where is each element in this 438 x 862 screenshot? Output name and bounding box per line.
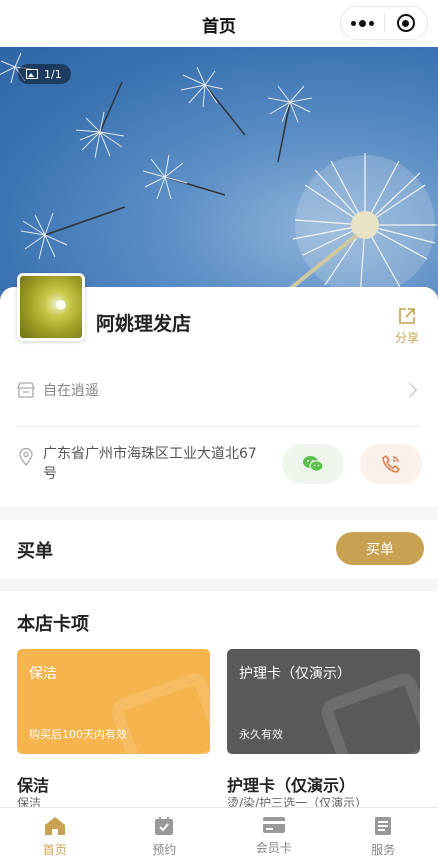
store-icon (17, 382, 35, 398)
share-button[interactable]: 分享 (390, 307, 424, 346)
home-icon (44, 817, 65, 835)
store-tag-row[interactable]: 自在逍遥 (17, 372, 421, 408)
store-tag-text: 自在逍遥 (43, 383, 99, 399)
image-icon (26, 69, 38, 79)
phone-icon (382, 455, 400, 473)
store-info-card: 阿姚理发店 分享 自在逍遥 广东省广州市海珠区工业大道北67号 (0, 273, 438, 507)
tab-booking[interactable]: 预约 (110, 808, 220, 862)
store-cards-section: 本店卡项 保洁 购买后100天内有效 护理卡（仅演示） 永久有效 保洁 保洁 护… (0, 591, 438, 821)
card-item-care[interactable]: 护理卡（仅演示） 永久有效 (227, 649, 420, 754)
pay-bill-section: 买单 买单 (0, 520, 438, 579)
tab-label: 服务 (371, 843, 396, 857)
pay-bill-button[interactable]: 买单 (336, 532, 424, 565)
divider (17, 426, 421, 427)
card-label[interactable]: 保洁 (17, 772, 49, 796)
tab-label: 预约 (152, 843, 177, 857)
close-miniprogram-icon[interactable] (384, 7, 427, 39)
card-icon (262, 817, 285, 833)
tab-label: 首页 (42, 843, 67, 857)
wechat-contact-button[interactable] (282, 444, 344, 484)
more-options-icon[interactable] (341, 7, 384, 39)
tab-home[interactable]: 首页 (0, 808, 110, 862)
pay-bill-title: 买单 (17, 541, 53, 562)
store-logo[interactable] (17, 273, 85, 341)
store-cards-title: 本店卡项 (17, 614, 89, 635)
image-counter: 1/1 (18, 64, 71, 84)
card-name: 护理卡（仅演示） (239, 666, 351, 682)
card-label[interactable]: 护理卡（仅演示） (227, 772, 355, 796)
card-validity: 永久有效 (239, 728, 283, 741)
location-pin-icon (19, 448, 33, 466)
miniprogram-capsule (340, 6, 428, 40)
tab-label: 会员卡 (255, 841, 292, 855)
bottom-tab-bar: 首页 预约 会员卡 服务 (0, 807, 438, 862)
tab-services[interactable]: 服务 (329, 808, 438, 862)
share-label: 分享 (394, 331, 419, 345)
call-store-button[interactable] (360, 444, 422, 484)
card-name: 保洁 (29, 666, 57, 682)
card-item-cleaning[interactable]: 保洁 购买后100天内有效 (17, 649, 210, 754)
store-address[interactable]: 广东省广州市海珠区工业大道北67号 (43, 444, 263, 484)
page: 首页 1/1 阿姚理发店 分享 自在逍遥 广东省广州市海珠区工业大道北67号 买… (0, 0, 438, 862)
address-row: 广东省广州市海珠区工业大道北67号 (17, 444, 422, 488)
navbar: 首页 (0, 0, 438, 47)
share-icon (399, 308, 415, 324)
store-banner-image[interactable]: 1/1 (0, 47, 438, 307)
card-validity: 购买后100天内有效 (29, 728, 127, 741)
chevron-right-icon (402, 382, 418, 398)
wechat-icon (303, 456, 324, 472)
tab-member-card[interactable]: 会员卡 (219, 808, 329, 862)
image-counter-text: 1/1 (44, 67, 62, 81)
store-name: 阿姚理发店 (96, 313, 192, 335)
dandelion-illustration (0, 52, 437, 307)
list-icon (375, 817, 392, 835)
calendar-check-icon (155, 817, 174, 835)
